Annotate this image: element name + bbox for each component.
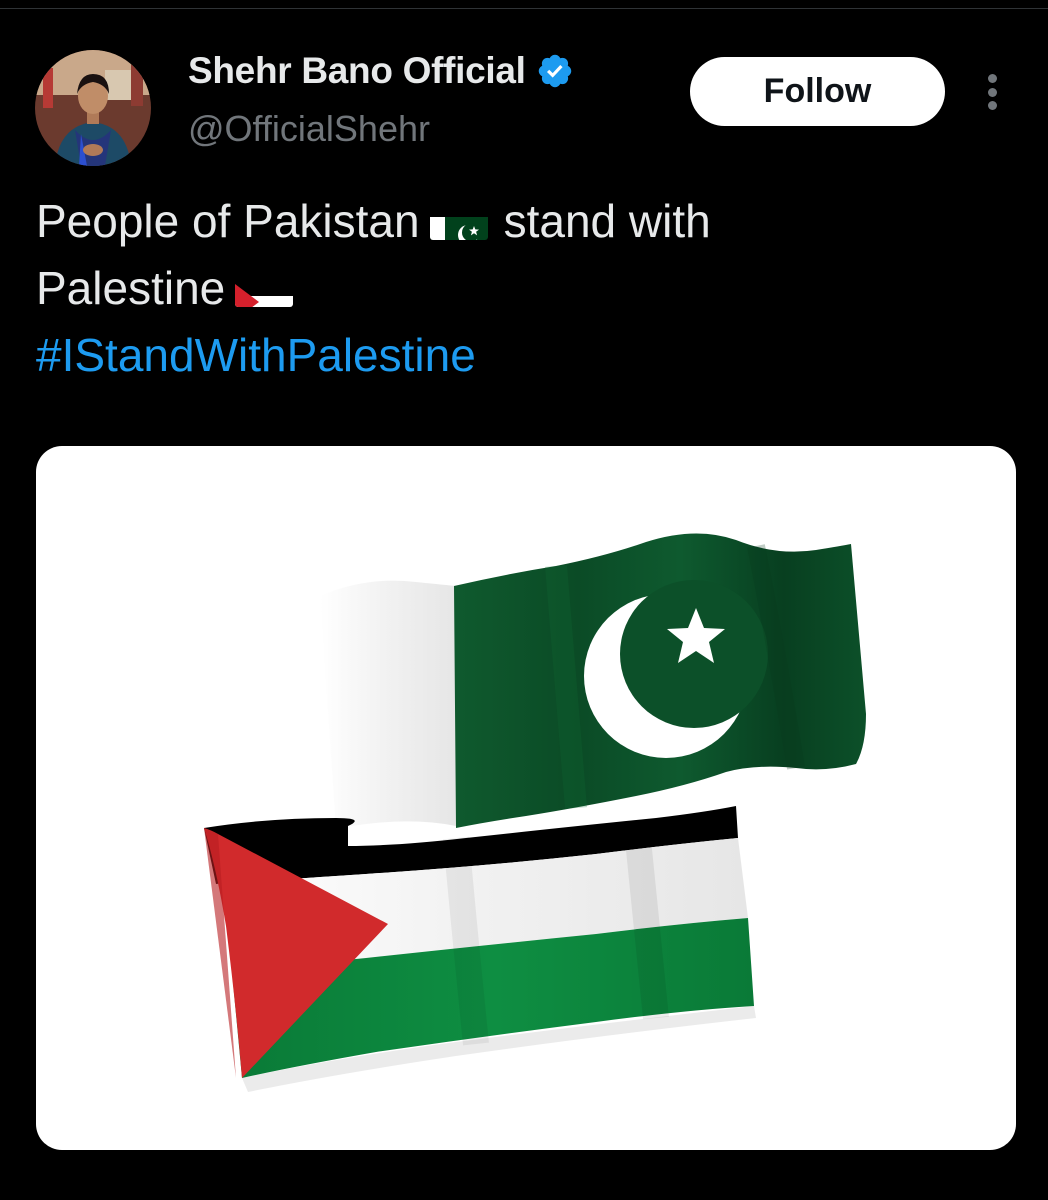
more-dot <box>987 74 997 83</box>
author-handle[interactable]: @OfficialShehr <box>188 108 430 150</box>
post-text-line-1: People of Pakistan stand with <box>36 188 1006 255</box>
palestine-flag-emoji-icon <box>235 271 294 307</box>
post-text-segment: stand with <box>503 195 711 247</box>
more-dot <box>987 101 997 110</box>
avatar[interactable] <box>35 50 151 166</box>
more-options-icon[interactable] <box>978 70 1006 114</box>
follow-button[interactable]: Follow <box>690 57 945 126</box>
author-name-row[interactable]: Shehr Bano Official <box>188 50 574 92</box>
pakistan-flag <box>320 533 866 828</box>
post-media-image[interactable] <box>36 446 1016 1150</box>
post-text-line-3: #IStandWithPalestine <box>36 322 1006 389</box>
post-text: People of Pakistan stand with Palestine … <box>36 188 1006 389</box>
avatar-image <box>35 50 151 166</box>
verified-badge-icon[interactable] <box>536 52 574 90</box>
hashtag-link[interactable]: #IStandWithPalestine <box>36 322 476 389</box>
flags-illustration <box>204 533 866 1092</box>
more-dot <box>987 87 997 97</box>
post-text-segment: People of Pakistan <box>36 195 420 247</box>
author-display-name[interactable]: Shehr Bano Official <box>188 50 526 92</box>
palestine-flag <box>204 806 756 1092</box>
top-divider <box>0 8 1048 9</box>
post-text-line-2: Palestine <box>36 255 1006 322</box>
post-text-segment: Palestine <box>36 262 226 314</box>
pakistan-flag-emoji-icon <box>429 204 488 240</box>
